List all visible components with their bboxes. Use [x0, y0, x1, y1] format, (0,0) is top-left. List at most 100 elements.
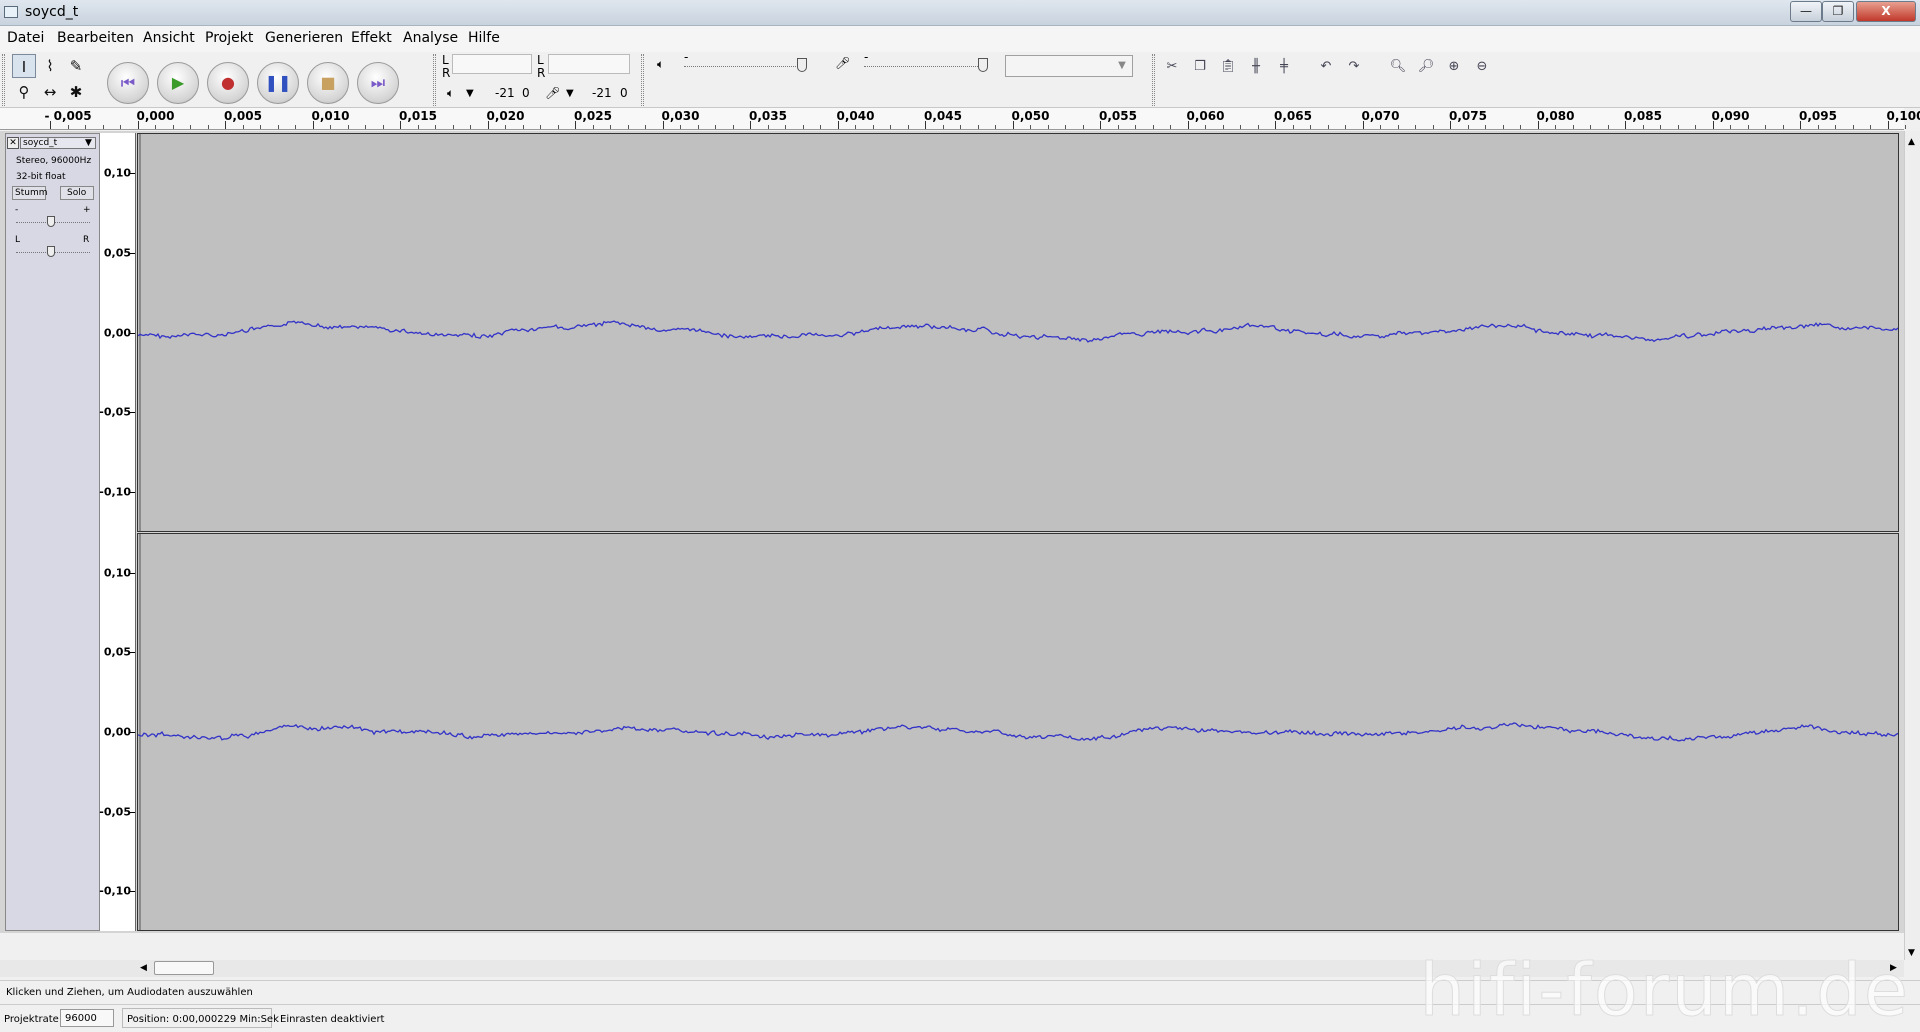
menu-hilfe[interactable]: Hilfe	[468, 30, 500, 46]
multi-tool-icon[interactable]: ✱	[64, 80, 88, 104]
ruler-minor-tick	[120, 125, 121, 129]
ruler-minor-tick	[417, 125, 419, 129]
trim-icon[interactable]: ╫	[1244, 54, 1268, 78]
cut-icon[interactable]: ✂	[1160, 54, 1184, 78]
track-bitdepth-info: 32-bit float	[16, 172, 66, 182]
waveform-left-channel[interactable]	[137, 133, 1899, 532]
play-meter[interactable]	[452, 54, 532, 74]
vertical-scrollbar[interactable]: ▲ ▼	[1904, 131, 1920, 960]
speaker-icon: 🔈︎	[447, 86, 455, 100]
rec-volume-track[interactable]	[864, 66, 984, 68]
toolbar-grip[interactable]	[1152, 54, 1155, 106]
menu-ansicht[interactable]: Ansicht	[143, 30, 195, 46]
timeshift-tool-icon[interactable]: ↔	[38, 80, 62, 104]
scroll-left-icon[interactable]: ◀	[140, 963, 147, 973]
play-volume-track[interactable]	[684, 66, 804, 68]
ruler-minor-tick	[1502, 125, 1504, 129]
app-icon	[4, 6, 18, 18]
selection-tool-icon[interactable]: I	[12, 54, 36, 78]
paste-icon[interactable]: 📋︎	[1216, 54, 1240, 78]
ruler-minor-tick	[855, 125, 856, 129]
track-name: soycd_t	[23, 138, 58, 148]
skip-end-button[interactable]: ⏭	[357, 62, 399, 104]
status-bar: Projektrate: 96000 Position: 0:00,000229…	[0, 948, 1920, 1032]
ruler-minor-tick	[995, 125, 996, 129]
mute-button[interactable]: Stumm	[12, 186, 47, 200]
solo-button[interactable]: Solo	[60, 186, 94, 200]
ruler-minor-tick	[960, 125, 961, 129]
scroll-up-icon[interactable]: ▲	[1908, 137, 1915, 147]
gain-slider-thumb[interactable]	[47, 216, 55, 227]
ruler-minor-tick	[295, 125, 296, 129]
play-button[interactable]: ▶	[157, 62, 199, 104]
undo-icon[interactable]: ↶	[1314, 54, 1338, 78]
rec-meter[interactable]	[548, 54, 630, 74]
input-source-select[interactable]: ▼	[1005, 55, 1133, 77]
copy-icon[interactable]: ❐	[1188, 54, 1212, 78]
minimize-button[interactable]: —	[1790, 1, 1822, 22]
ruler-minor-tick	[1607, 125, 1609, 129]
waveform-left-svg	[137, 134, 1899, 531]
scale-label: 0,05	[103, 645, 131, 659]
play-meter-r-label: R	[442, 66, 451, 80]
ruler-minor-tick	[680, 125, 681, 129]
fit-selection-icon[interactable]: ⊕	[1442, 54, 1466, 78]
skip-start-button[interactable]: ⏮	[107, 62, 149, 104]
redo-icon[interactable]: ↷	[1342, 54, 1366, 78]
draw-tool-icon[interactable]: ✎	[64, 54, 88, 78]
envelope-tool-icon[interactable]: ⌇	[38, 54, 62, 78]
menu-datei[interactable]: Datei	[7, 30, 44, 46]
ruler-minor-tick	[347, 125, 349, 129]
timeline-ruler[interactable]: - 0,005 0,000 0,005 0,010 0,015 0,020 0,025 0,0…	[0, 108, 1920, 130]
ruler-label: 0,100	[1886, 109, 1920, 123]
toolbar-grip[interactable]	[433, 54, 436, 106]
ruler-minor-tick	[907, 125, 909, 129]
ruler-minor-tick	[1082, 125, 1084, 129]
play-meter-dropdown-icon[interactable]: ▼	[466, 88, 474, 99]
ruler-minor-tick	[1432, 125, 1434, 129]
project-rate-select[interactable]: 96000	[60, 1009, 114, 1027]
ruler-minor-tick	[1065, 125, 1066, 129]
ruler-minor-tick	[1030, 125, 1031, 129]
ruler-label: 0,055	[1099, 109, 1137, 123]
rec-volume-thumb[interactable]	[978, 58, 988, 72]
menu-generieren[interactable]: Generieren	[265, 30, 343, 46]
track-close-button[interactable]: ✕	[7, 137, 19, 149]
zoom-tool-icon[interactable]: ⚲	[12, 80, 36, 104]
fit-project-icon[interactable]: ⊖	[1470, 54, 1494, 78]
ruler-minor-tick	[1310, 125, 1311, 129]
ruler-label: 0,045	[924, 109, 962, 123]
ruler-label: 0,015	[399, 109, 437, 123]
ruler-minor-tick	[1397, 125, 1399, 129]
pan-slider-thumb[interactable]	[47, 246, 55, 257]
scale-tick	[130, 891, 135, 893]
ruler-minor-tick	[1292, 125, 1294, 129]
title-bar: soycd_t — ❐ X	[0, 0, 1920, 26]
menu-effekt[interactable]: Effekt	[351, 30, 392, 46]
track-name-dropdown[interactable]: soycd_t ▼	[20, 137, 96, 149]
zoom-out-icon[interactable]: 🔎︎	[1414, 54, 1438, 78]
pause-button[interactable]: ❚❚	[257, 62, 299, 104]
silence-icon[interactable]: ╪	[1272, 54, 1296, 78]
horizontal-scroll-thumb[interactable]	[154, 961, 214, 975]
rec-meter-dropdown-icon[interactable]: ▼	[566, 88, 574, 99]
zoom-in-icon[interactable]: 🔍︎	[1386, 54, 1410, 78]
ruler-minor-tick	[1135, 125, 1136, 129]
ruler-minor-tick	[1520, 125, 1521, 129]
stop-button[interactable]: ■	[307, 62, 349, 104]
toolbar-grip[interactable]	[2, 54, 5, 106]
close-button[interactable]: X	[1856, 1, 1916, 22]
ruler-minor-tick	[802, 125, 804, 129]
ruler-label: 0,085	[1624, 109, 1662, 123]
play-volume-thumb[interactable]	[797, 58, 807, 72]
menu-analyse[interactable]: Analyse	[403, 30, 458, 46]
ruler-minor-tick	[1660, 125, 1661, 129]
record-button[interactable]: ●	[207, 62, 249, 104]
ruler-minor-tick	[1835, 125, 1836, 129]
menu-bearbeiten[interactable]: Bearbeiten	[57, 30, 134, 46]
menu-projekt[interactable]: Projekt	[205, 30, 253, 46]
toolbar: I ⌇ ✎ ⚲ ↔ ✱ ⏮ ▶ ● ❚❚ ■ ⏭ L R L R 🔈︎ ▼ -2…	[0, 50, 1920, 108]
toolbar-grip[interactable]	[641, 54, 644, 106]
maximize-button[interactable]: ❐	[1822, 1, 1854, 22]
waveform-right-channel[interactable]	[137, 533, 1899, 931]
